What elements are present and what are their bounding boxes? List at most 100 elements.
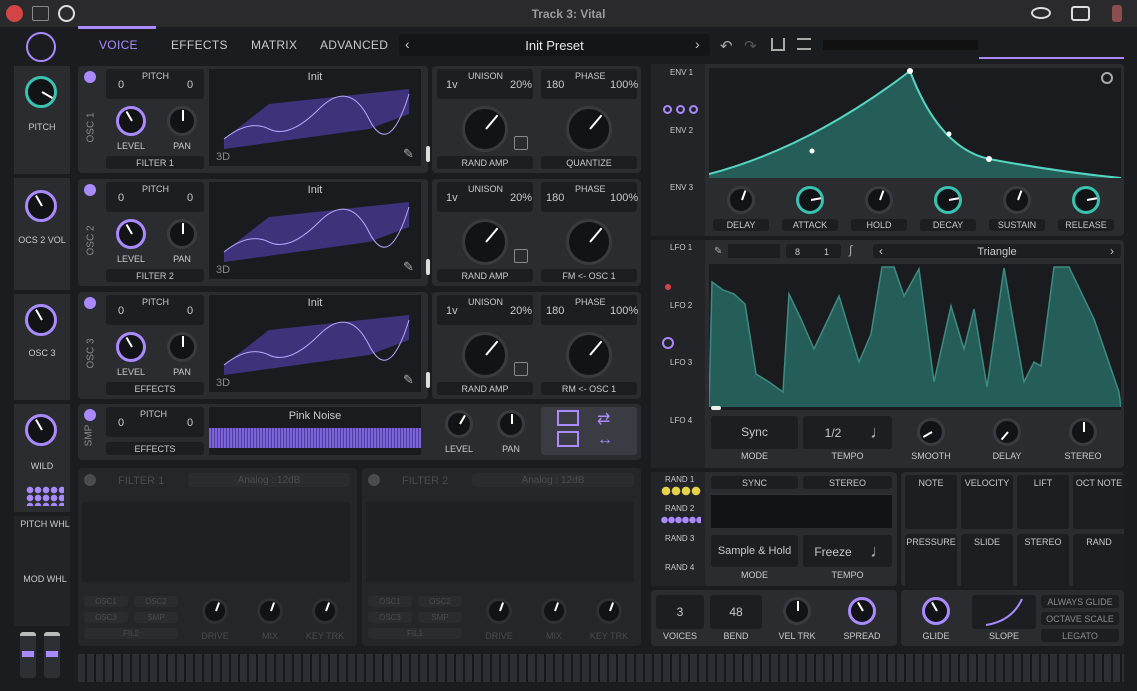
- random-2-tab[interactable]: RAND 2: [665, 504, 694, 513]
- osc-3-pan-knob[interactable]: [167, 332, 197, 362]
- random-2-mod-dots[interactable]: [661, 516, 701, 524]
- lfo-paint-icon[interactable]: ✎: [714, 246, 722, 257]
- osc-3-enable[interactable]: [84, 297, 96, 309]
- osc-2-pitch-semi[interactable]: 0: [187, 192, 193, 204]
- lfo-scroll-thumb[interactable]: [711, 406, 721, 410]
- random-3-tab[interactable]: RAND 3: [665, 534, 694, 543]
- osc-1-unison-voices[interactable]: 1v: [446, 79, 458, 91]
- osc-2-unison-voices[interactable]: 1v: [446, 192, 458, 204]
- osc-3-pitch-semi[interactable]: 0: [187, 305, 193, 317]
- tab-voice[interactable]: VOICE: [99, 38, 138, 52]
- osc-2-edit-icon[interactable]: ✎: [403, 259, 414, 275]
- osc-1-pitch-semi[interactable]: 0: [187, 79, 193, 91]
- filter-2-keytrack-knob[interactable]: [596, 598, 622, 624]
- osc-3-level-knob[interactable]: [116, 332, 146, 362]
- osc-3-unison-knob[interactable]: [462, 332, 508, 378]
- lfo-paint-pattern[interactable]: [728, 244, 780, 258]
- filter-1-graph[interactable]: [82, 502, 350, 582]
- macro-3-knob[interactable]: [25, 304, 57, 336]
- pitch-wheel-area[interactable]: [14, 516, 70, 626]
- sample-enable[interactable]: [84, 409, 96, 421]
- random-phase-icon[interactable]: ⇄: [597, 409, 610, 429]
- env-delay-knob[interactable]: [727, 186, 755, 214]
- sample-level-knob[interactable]: [445, 410, 473, 438]
- osc-2-phase-random[interactable]: 100%: [610, 192, 638, 204]
- sample-options[interactable]: [541, 407, 637, 455]
- env-2-tab[interactable]: ENV 2: [670, 126, 693, 135]
- osc-1-unison-detune[interactable]: 20%: [510, 79, 532, 91]
- osc-1-unison-knob[interactable]: [462, 106, 508, 152]
- sample-pan-knob[interactable]: [497, 410, 525, 438]
- lfo-3-tab[interactable]: LFO 3: [670, 358, 692, 367]
- osc-2-dice-icon[interactable]: [514, 249, 528, 263]
- env-1-mod-dot-3[interactable]: [689, 105, 698, 114]
- osc-2-phase-knob[interactable]: [566, 219, 612, 265]
- osc-2-level-knob[interactable]: [116, 219, 146, 249]
- keytrack-icon[interactable]: [557, 410, 579, 426]
- osc-3-unison-voices[interactable]: 1v: [446, 305, 458, 317]
- osc-2-enable[interactable]: [84, 184, 96, 196]
- camera-icon[interactable]: [1071, 6, 1090, 21]
- osc-1-edit-icon[interactable]: ✎: [403, 146, 414, 162]
- osc-2-pitch-octave[interactable]: 0: [118, 192, 124, 204]
- pin-icon[interactable]: [1112, 5, 1122, 22]
- env-3-tab[interactable]: ENV 3: [670, 183, 693, 192]
- sample-pitch-octave[interactable]: 0: [118, 417, 124, 429]
- lfo-note-icon[interactable]: ♩: [870, 422, 888, 443]
- env-1-tab[interactable]: ENV 1: [670, 68, 693, 77]
- osc-3-unison-detune[interactable]: 20%: [510, 305, 532, 317]
- random-1-mod-dots[interactable]: [661, 486, 701, 496]
- osc-3-frame-slider[interactable]: [426, 372, 430, 388]
- random-note-icon[interactable]: ♩: [870, 541, 888, 562]
- lfo-smooth-knob[interactable]: [917, 418, 945, 446]
- lfo-grid-y[interactable]: 1: [824, 247, 829, 257]
- osc-1-level-knob[interactable]: [116, 106, 146, 136]
- keyboard[interactable]: [78, 654, 1124, 682]
- save-icon[interactable]: [771, 38, 785, 51]
- bounce-icon[interactable]: ↔: [597, 431, 613, 449]
- random-1-tab[interactable]: RAND 1: [665, 475, 694, 484]
- eye-icon[interactable]: [1031, 7, 1051, 19]
- macro-4-knob[interactable]: [25, 414, 57, 446]
- glide-knob[interactable]: [922, 597, 950, 625]
- env-release-knob[interactable]: [1072, 186, 1100, 214]
- osc-3-phase-random[interactable]: 100%: [610, 305, 638, 317]
- osc-1-phase-value[interactable]: 180: [546, 79, 564, 91]
- lfo-2-tab[interactable]: LFO 2: [670, 301, 692, 310]
- lfo-2-mod-dot[interactable]: [662, 337, 674, 349]
- macro-2-knob[interactable]: [25, 190, 57, 222]
- lfo-smooth-icon[interactable]: ∫: [849, 243, 852, 257]
- osc-2-frame-slider[interactable]: [426, 259, 430, 275]
- lfo-stereo-knob[interactable]: [1069, 418, 1097, 446]
- osc-1-phase-knob[interactable]: [566, 106, 612, 152]
- preset-next-icon[interactable]: ›: [695, 36, 700, 52]
- osc-3-phase-knob[interactable]: [566, 332, 612, 378]
- env-hold-knob[interactable]: [865, 186, 893, 214]
- tab-advanced[interactable]: ADVANCED: [320, 38, 388, 52]
- menu-icon[interactable]: [797, 38, 811, 50]
- env-1-mod-dot-2[interactable]: [676, 105, 685, 114]
- lfo-1-mod-dot[interactable]: [665, 284, 671, 290]
- osc-1-pan-knob[interactable]: [167, 106, 197, 136]
- env-sustain-knob[interactable]: [1003, 186, 1031, 214]
- lfo-4-tab[interactable]: LFO 4: [670, 416, 692, 425]
- sample-pitch-semi[interactable]: 0: [187, 417, 193, 429]
- osc-3-pitch-octave[interactable]: 0: [118, 305, 124, 317]
- zoom-icon[interactable]: [1101, 72, 1113, 84]
- osc-2-phase-value[interactable]: 180: [546, 192, 564, 204]
- osc-1-enable[interactable]: [84, 71, 96, 83]
- lfo-1-tab[interactable]: LFO 1: [670, 243, 692, 252]
- env-attack-knob[interactable]: [796, 186, 824, 214]
- filter-2-drive-knob[interactable]: [486, 598, 512, 624]
- osc-1-dice-icon[interactable]: [514, 136, 528, 150]
- lfo-delay-knob[interactable]: [993, 418, 1021, 446]
- osc-1-phase-random[interactable]: 100%: [610, 79, 638, 91]
- lfo-grid-x[interactable]: 8: [795, 247, 800, 257]
- env-decay-knob[interactable]: [934, 186, 962, 214]
- undo-icon[interactable]: ↶: [720, 37, 733, 55]
- tab-effects[interactable]: EFFECTS: [171, 38, 228, 52]
- filter-2-mix-knob[interactable]: [541, 598, 567, 624]
- osc-1-frame-slider[interactable]: [426, 146, 430, 162]
- osc-3-dice-icon[interactable]: [514, 362, 528, 376]
- osc-2-unison-detune[interactable]: 20%: [510, 192, 532, 204]
